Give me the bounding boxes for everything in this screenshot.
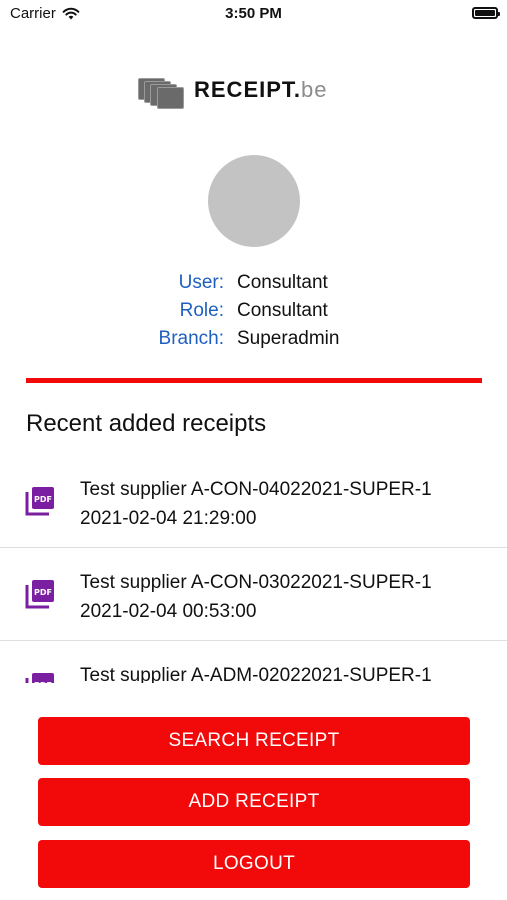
receipt-list-item[interactable]: PDF Test supplier A-CON-03022021-SUPER-1…	[0, 548, 507, 641]
receipt-date: 2021-02-04 21:29:00	[80, 508, 257, 529]
receipt-list[interactable]: PDF Test supplier A-CON-04022021-SUPER-1…	[0, 455, 507, 683]
logo-wordmark: RECEIPT.be	[194, 77, 328, 103]
profile-row-user: User: Consultant	[0, 272, 507, 300]
app-logo: RECEIPT.be	[138, 74, 328, 109]
receipt-list-item[interactable]: PDF Test supplier A-ADM-02022021-SUPER-1	[0, 641, 507, 683]
add-receipt-button[interactable]: ADD RECEIPT	[38, 778, 470, 826]
section-divider	[26, 378, 482, 383]
receipt-date: 2021-02-04 00:53:00	[80, 601, 257, 622]
branch-label: Branch:	[158, 328, 224, 349]
clock: 3:50 PM	[225, 5, 282, 22]
status-bar: Carrier 3:50 PM	[0, 0, 507, 30]
svg-text:PDF: PDF	[34, 681, 52, 683]
profile-row-role: Role: Consultant	[0, 300, 507, 328]
avatar	[208, 155, 300, 247]
user-label: User:	[178, 272, 224, 293]
role-label: Role:	[179, 300, 224, 321]
pdf-file-icon: PDF	[25, 580, 54, 609]
pdf-file-icon: PDF	[25, 487, 54, 516]
receipt-stack-icon	[138, 74, 190, 109]
profile-row-branch: Branch: Superadmin	[0, 328, 507, 356]
svg-text:PDF: PDF	[34, 588, 52, 597]
logout-button[interactable]: LOGOUT	[38, 840, 470, 888]
receipt-name: Test supplier A-ADM-02022021-SUPER-1	[80, 665, 432, 683]
receipt-list-item[interactable]: PDF Test supplier A-CON-04022021-SUPER-1…	[0, 455, 507, 548]
role-value: Consultant	[237, 300, 328, 321]
profile-info: User: Consultant Role: Consultant Branch…	[0, 272, 507, 356]
pdf-file-icon: PDF	[25, 673, 54, 683]
search-receipt-button[interactable]: SEARCH RECEIPT	[38, 717, 470, 765]
logo-main: RECEIPT.	[194, 77, 302, 102]
battery-icon	[472, 7, 500, 19]
receipt-name: Test supplier A-CON-04022021-SUPER-1	[80, 479, 432, 500]
svg-text:PDF: PDF	[34, 495, 52, 504]
receipt-name: Test supplier A-CON-03022021-SUPER-1	[80, 572, 432, 593]
branch-value: Superadmin	[237, 328, 340, 349]
logo-suffix: be	[301, 77, 328, 102]
recent-receipts-title: Recent added receipts	[26, 410, 267, 437]
user-value: Consultant	[237, 272, 328, 293]
